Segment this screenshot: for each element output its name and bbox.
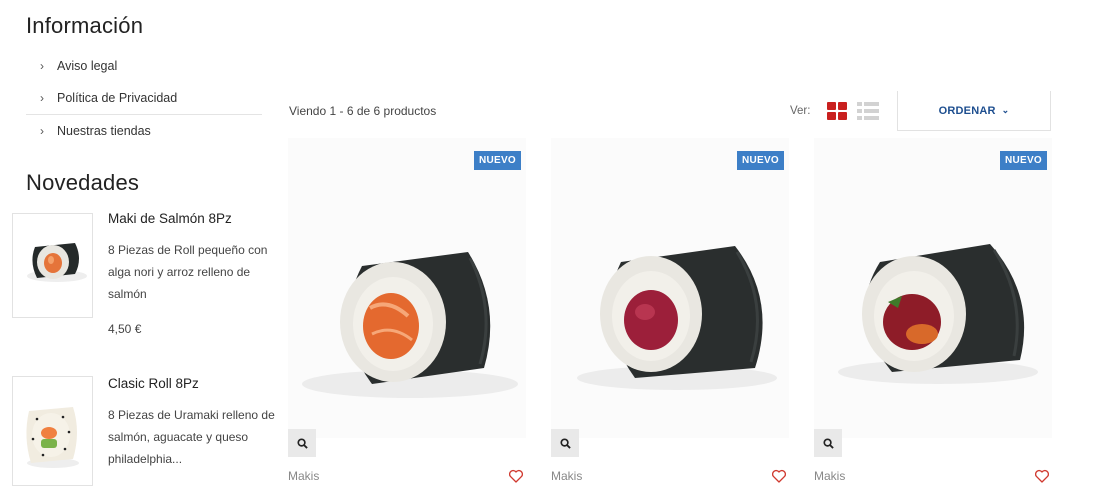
info-link-label: Nuestras tiendas [57, 124, 151, 138]
search-icon [296, 437, 308, 449]
heart-icon[interactable] [771, 468, 787, 484]
novedad-name[interactable]: Clasic Roll 8Pz [108, 376, 199, 391]
sort-label: ORDENAR [938, 104, 996, 117]
quick-view-button[interactable] [551, 429, 579, 457]
novedades-title: Novedades [26, 170, 140, 195]
info-link-label: Política de Privacidad [57, 91, 178, 105]
info-section-title: Información [26, 13, 144, 38]
sort-dropdown-button[interactable]: ORDENAR ⌄ [897, 91, 1051, 131]
new-badge: NUEVO [736, 151, 784, 170]
product-category[interactable]: Makis [551, 469, 582, 483]
chevron-right-icon: › [40, 124, 44, 138]
info-link-privacidad[interactable]: › Política de Privacidad [26, 82, 262, 114]
product-image[interactable]: NUEVO [288, 138, 526, 457]
info-link-aviso-legal[interactable]: › Aviso legal [26, 50, 262, 82]
product-card[interactable]: NUEVO Makis [551, 138, 789, 489]
novedad-item-clasic-roll[interactable]: Clasic Roll 8Pz 8 Piezas de Uramaki rell… [12, 373, 277, 489]
novedad-description: 8 Piezas de Uramaki relleno de salmón, a… [108, 408, 275, 466]
search-icon [822, 437, 834, 449]
novedad-item-maki-salmon[interactable]: Maki de Salmón 8Pz 8 Piezas de Roll pequ… [12, 210, 277, 340]
product-thumbnail[interactable] [12, 376, 93, 486]
view-label: Ver: [790, 105, 811, 117]
new-badge: NUEVO [999, 151, 1047, 170]
heart-icon[interactable] [508, 468, 524, 484]
product-card[interactable]: NUEVO Makis [814, 138, 1052, 489]
info-links-list: › Aviso legal › Política de Privacidad ›… [26, 50, 262, 147]
quick-view-button[interactable] [288, 429, 316, 457]
new-badge: NUEVO [473, 151, 521, 170]
grid-view-icon[interactable] [827, 102, 847, 120]
quick-view-button[interactable] [814, 429, 842, 457]
product-thumbnail[interactable] [12, 213, 93, 318]
list-view-icon[interactable] [857, 102, 879, 120]
search-icon [559, 437, 571, 449]
chevron-right-icon: › [40, 59, 44, 73]
product-card[interactable]: NUEVO Makis [288, 138, 526, 489]
product-category[interactable]: Makis [814, 469, 845, 483]
novedad-name[interactable]: Maki de Salmón 8Pz [108, 211, 232, 226]
info-link-label: Aviso legal [57, 59, 118, 73]
info-link-tiendas[interactable]: › Nuestras tiendas [26, 114, 262, 147]
product-category[interactable]: Makis [288, 469, 319, 483]
novedad-price: 4,50 € [108, 322, 142, 336]
product-image[interactable]: NUEVO [814, 138, 1052, 457]
chevron-right-icon: › [40, 91, 44, 105]
novedad-description: 8 Piezas de Roll pequeño con alga nori y… [108, 243, 268, 301]
product-count-text: Viendo 1 - 6 de 6 productos [289, 104, 437, 118]
chevron-down-icon: ⌄ [1001, 105, 1010, 115]
heart-icon[interactable] [1034, 468, 1050, 484]
product-image[interactable]: NUEVO [551, 138, 789, 457]
